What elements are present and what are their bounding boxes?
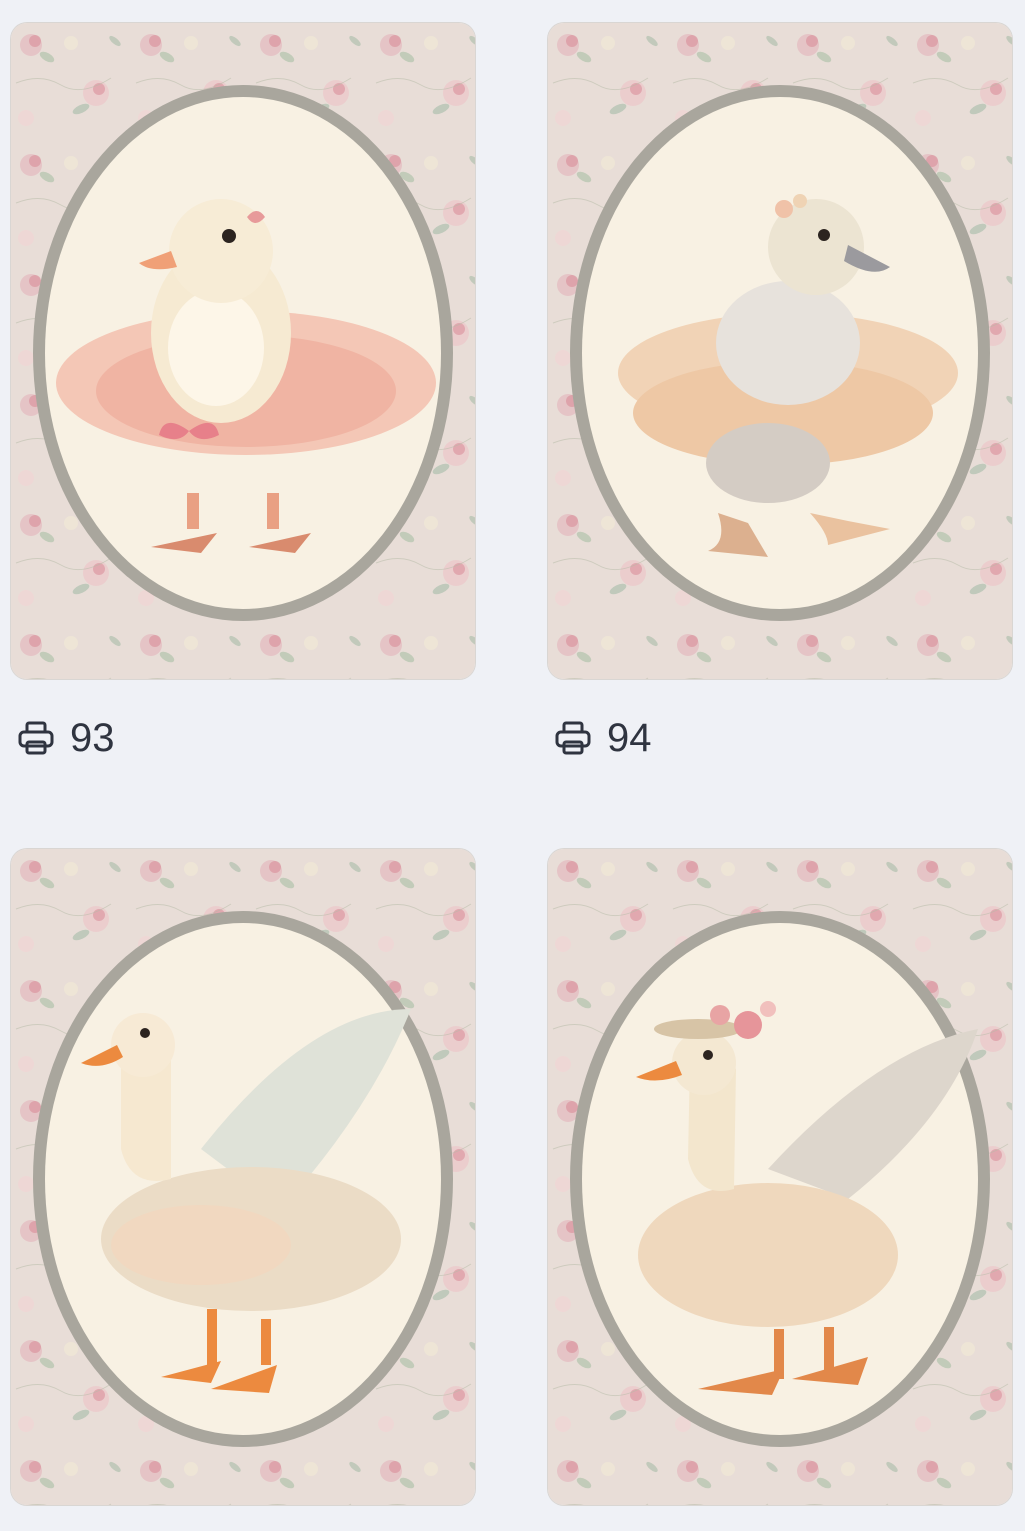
printer-icon[interactable] xyxy=(16,718,56,758)
print-count: 94 xyxy=(607,716,652,760)
card-meta-print-count: 93 xyxy=(16,716,115,760)
printer-icon[interactable] xyxy=(553,718,593,758)
card-image xyxy=(548,849,1012,1505)
card-meta-print-count: 94 xyxy=(553,716,652,760)
card-image xyxy=(11,849,475,1505)
print-count: 93 xyxy=(70,716,115,760)
card-gosling-ballerina[interactable] xyxy=(548,23,1012,679)
card-image xyxy=(548,23,1012,679)
card-goose-wings-tutu[interactable] xyxy=(11,849,475,1505)
card-goose-flower-hat[interactable] xyxy=(548,849,1012,1505)
card-duckling-pink-tutu[interactable] xyxy=(11,23,475,679)
card-image xyxy=(11,23,475,679)
card-grid: 93 94 xyxy=(0,0,1025,1531)
